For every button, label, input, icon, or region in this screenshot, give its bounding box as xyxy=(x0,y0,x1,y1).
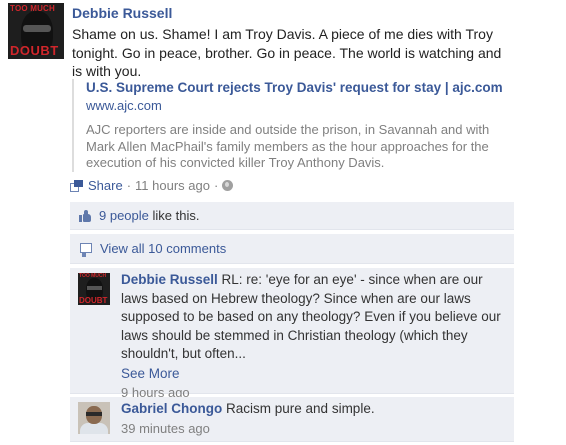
likes-suffix: like this. xyxy=(152,208,200,223)
see-more-link[interactable]: See More xyxy=(121,365,511,384)
share-link[interactable]: Share xyxy=(88,178,123,193)
like-icon xyxy=(79,210,92,222)
post-timestamp[interactable]: 11 hours ago xyxy=(135,178,210,193)
feedback-section: 9 people like this. View all 10 comments… xyxy=(70,202,514,442)
view-all-comments-link[interactable]: View all 10 comments xyxy=(100,241,226,256)
globe-icon[interactable] xyxy=(222,180,234,191)
likes-row: 9 people like this. xyxy=(70,202,514,230)
post-author-link[interactable]: Debbie Russell xyxy=(72,5,172,21)
attachment-title[interactable]: U.S. Supreme Court rejects Troy Davis' r… xyxy=(86,79,512,97)
avatar-brand-bottom: DOUBT xyxy=(79,296,108,305)
separator-dot-2: · xyxy=(213,178,219,193)
author-avatar[interactable]: TOO MUCH DOUBT xyxy=(8,3,64,59)
share-icon[interactable] xyxy=(70,179,84,192)
story-actions: Share · 11 hours ago · xyxy=(70,178,234,193)
avatar-shirt xyxy=(80,423,108,434)
avatar-sunglasses xyxy=(86,412,102,416)
comment-author-link[interactable]: Debbie Russell xyxy=(121,272,218,287)
comment-text: Racism pure and simple. xyxy=(226,401,375,416)
commenter-avatar[interactable]: TOO MUCH DOUBT xyxy=(78,273,110,305)
likes-people-link[interactable]: 9 people xyxy=(99,208,149,223)
comment-timestamp[interactable]: 39 minutes ago xyxy=(121,420,511,439)
view-all-comments-row[interactable]: View all 10 comments xyxy=(70,234,514,264)
comment-body: Debbie Russell RL: re: 'eye for an eye' … xyxy=(121,271,511,403)
avatar-sunglasses xyxy=(87,286,102,290)
post-message: Shame on us. Shame! I am Troy Davis. A p… xyxy=(72,26,502,79)
avatar-brand-bottom: DOUBT xyxy=(10,43,59,58)
separator-dot: · xyxy=(126,178,132,193)
comment-body: Gabriel Chongo Racism pure and simple. 3… xyxy=(121,400,511,438)
commenter-avatar[interactable] xyxy=(78,402,110,434)
comment-author-link[interactable]: Gabriel Chongo xyxy=(121,401,222,416)
likes-sentence: 9 people like this. xyxy=(99,208,199,223)
avatar-sunglasses xyxy=(23,25,51,32)
comment-item: Gabriel Chongo Racism pure and simple. 3… xyxy=(70,397,514,442)
attachment-url[interactable]: www.ajc.com xyxy=(86,97,512,115)
comment-item: TOO MUCH DOUBT Debbie Russell RL: re: 'e… xyxy=(70,268,514,400)
comment-icon xyxy=(80,243,92,257)
link-attachment[interactable]: U.S. Supreme Court rejects Troy Davis' r… xyxy=(72,79,512,172)
attachment-description: AJC reporters are inside and outside the… xyxy=(86,122,490,170)
